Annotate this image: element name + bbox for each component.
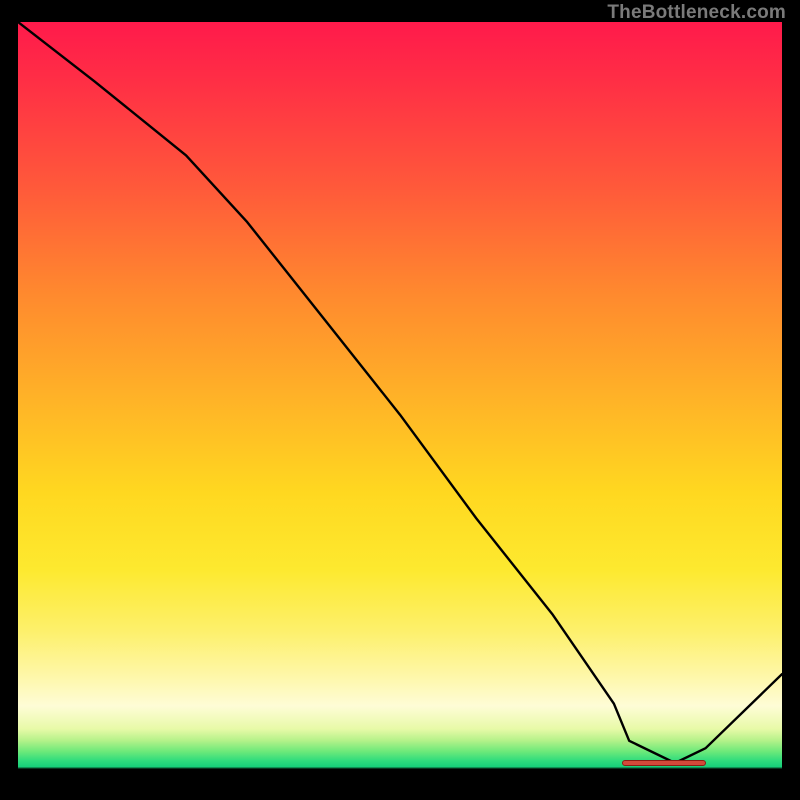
plot-area: [18, 22, 782, 782]
chart-frame: TheBottleneck.com: [0, 0, 800, 800]
min-marker: [622, 760, 706, 766]
watermark-text: TheBottleneck.com: [607, 2, 786, 24]
